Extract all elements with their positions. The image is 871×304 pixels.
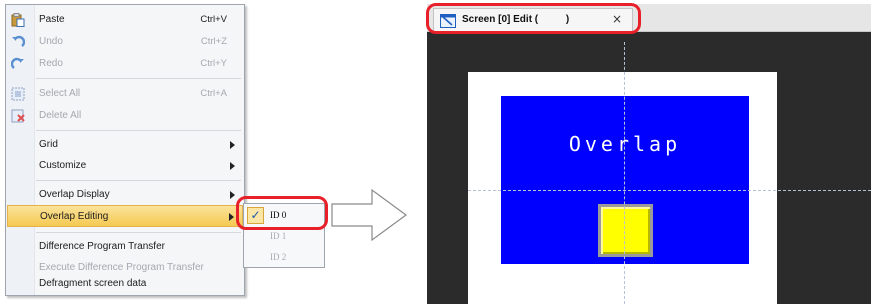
submenu-arrow-icon	[229, 213, 234, 221]
context-menu: Paste Ctrl+V Undo Ctrl+Z Redo Ctrl+Y Sel…	[5, 4, 245, 296]
menu-separator	[36, 78, 241, 79]
menu-separator	[36, 180, 241, 181]
menu-item-paste[interactable]: Paste Ctrl+V	[7, 9, 243, 31]
overlap-label: Overlap	[568, 132, 682, 156]
yellow-switch-part[interactable]	[598, 204, 653, 257]
menu-item-overlap-editing[interactable]: Overlap Editing	[7, 205, 243, 227]
menu-item-select-all[interactable]: Select All Ctrl+A	[7, 83, 243, 105]
undo-icon	[11, 35, 26, 49]
menu-item-overlap-display[interactable]: Overlap Display	[7, 184, 243, 206]
right-arrow-icon	[330, 188, 410, 243]
delete-all-icon	[11, 109, 25, 123]
redo-icon	[10, 57, 25, 71]
menu-item-customize[interactable]: Customize	[7, 155, 243, 177]
highlight-callout-id0	[236, 196, 328, 230]
menu-item-redo[interactable]: Redo Ctrl+Y	[7, 53, 243, 75]
menu-item-undo[interactable]: Undo Ctrl+Z	[7, 31, 243, 53]
menu-separator	[36, 232, 241, 233]
submenu-arrow-icon	[230, 141, 235, 149]
submenu-arrow-icon	[230, 162, 235, 170]
menu-item-grid[interactable]: Grid	[7, 134, 243, 156]
submenu-arrow-icon	[230, 191, 235, 199]
menu-item-difference-program-transfer[interactable]: Difference Program Transfer	[7, 236, 243, 258]
center-guide-vertical	[624, 42, 625, 304]
paste-icon	[11, 13, 25, 27]
center-guide-horizontal	[468, 190, 871, 191]
menu-item-delete-all[interactable]: Delete All	[7, 105, 243, 127]
screen-editor-window: Screen [0] Edit ( ) × Overlap	[427, 4, 871, 304]
submenu-item-id2[interactable]: ID 2	[270, 252, 286, 262]
select-all-icon	[11, 87, 25, 101]
menu-separator	[36, 130, 241, 131]
submenu-item-id1[interactable]: ID 1	[270, 231, 286, 241]
highlight-callout-tab	[426, 3, 641, 34]
menu-item-defragment-screen-data[interactable]: Defragment screen data	[7, 273, 243, 295]
